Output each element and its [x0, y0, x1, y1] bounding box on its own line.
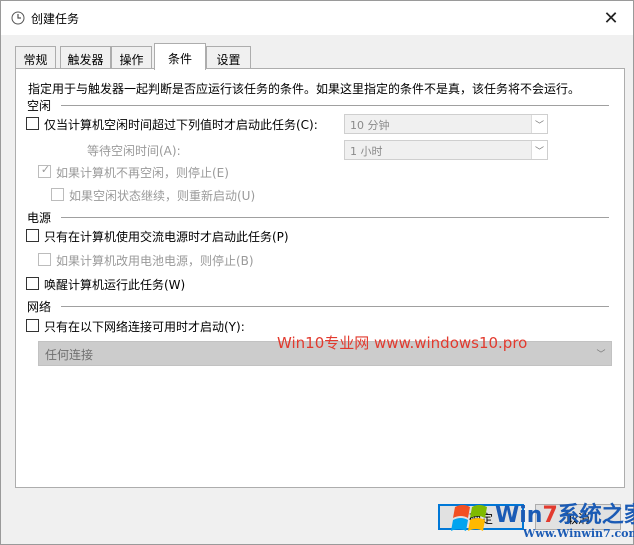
logo-url: Www.Winwin7.com — [523, 527, 634, 540]
checkmark-icon: ✓ — [40, 163, 51, 176]
windows-flag-icon — [451, 505, 487, 531]
tab-actions[interactable]: 操作 — [111, 46, 152, 69]
wait-idle-value: 1 小时 — [350, 145, 383, 158]
conditions-panel: 指定用于与触发器一起判断是否应运行该任务的条件。如果这里指定的条件不是真，该任务… — [15, 68, 625, 488]
chevron-down-icon: ﹀ — [531, 141, 547, 159]
site-logo: Win7系统之家 Www.Winwin7.com — [447, 495, 634, 543]
restart-if-idle-checkbox[interactable] — [51, 188, 64, 201]
start-if-idle-label[interactable]: 仅当计算机空闲时间超过下列值时才启动此任务(C): — [44, 116, 318, 133]
logo-title: Win7系统之家 — [495, 503, 634, 528]
power-section-label: 电源 — [27, 211, 52, 225]
stop-on-battery-checkbox[interactable] — [38, 253, 51, 266]
tab-conditions[interactable]: 条件 — [154, 43, 206, 70]
stop-on-battery-label[interactable]: 如果计算机改用电池电源，则停止(B) — [56, 252, 254, 269]
network-connection-value: 任何连接 — [45, 348, 94, 362]
chevron-down-icon: ﹀ — [596, 350, 606, 360]
wake-to-run-checkbox[interactable] — [26, 277, 39, 290]
tab-settings[interactable]: 设置 — [206, 46, 251, 69]
ac-power-only-checkbox[interactable] — [26, 229, 39, 242]
close-button[interactable]: ✕ — [589, 1, 633, 35]
wait-idle-label: 等待空闲时间(A): — [87, 144, 181, 158]
power-divider — [61, 217, 609, 218]
idle-section-label: 空闲 — [27, 99, 52, 113]
wake-to-run-label[interactable]: 唤醒计算机运行此任务(W) — [44, 276, 185, 293]
watermark-text: Win10专业网 www.windows10.pro — [277, 334, 528, 352]
network-divider — [61, 306, 609, 307]
title-bar: 创建任务 ✕ — [1, 1, 633, 35]
window-title: 创建任务 — [31, 12, 80, 26]
clock-icon — [11, 11, 25, 25]
idle-divider — [61, 105, 609, 106]
tab-triggers[interactable]: 触发器 — [60, 46, 111, 69]
ac-power-only-label[interactable]: 只有在计算机使用交流电源时才启动此任务(P) — [44, 228, 289, 245]
create-task-dialog: 创建任务 ✕ 常规 触发器 操作 条件 设置 指定用于与触发器一起判断是否应运行… — [0, 0, 634, 545]
network-only-checkbox[interactable] — [26, 319, 39, 332]
stop-if-not-idle-label[interactable]: 如果计算机不再空闲，则停止(E) — [56, 164, 229, 181]
conditions-description: 指定用于与触发器一起判断是否应运行该任务的条件。如果这里指定的条件不是真，该任务… — [28, 82, 581, 96]
network-only-label[interactable]: 只有在以下网络连接可用时才启动(Y): — [44, 318, 245, 335]
chevron-down-icon: ﹀ — [531, 115, 547, 133]
close-icon: ✕ — [603, 7, 619, 29]
network-section-label: 网络 — [27, 300, 52, 314]
idle-duration-value: 10 分钟 — [350, 119, 390, 132]
tab-general[interactable]: 常规 — [15, 46, 56, 69]
restart-if-idle-label[interactable]: 如果空闲状态继续，则重新启动(U) — [69, 187, 255, 204]
wait-idle-combo[interactable]: 1 小时 ﹀ — [344, 140, 548, 160]
idle-duration-combo[interactable]: 10 分钟 ﹀ — [344, 114, 548, 134]
stop-if-not-idle-checkbox[interactable]: ✓ — [38, 163, 51, 178]
start-if-idle-checkbox[interactable] — [26, 117, 39, 130]
